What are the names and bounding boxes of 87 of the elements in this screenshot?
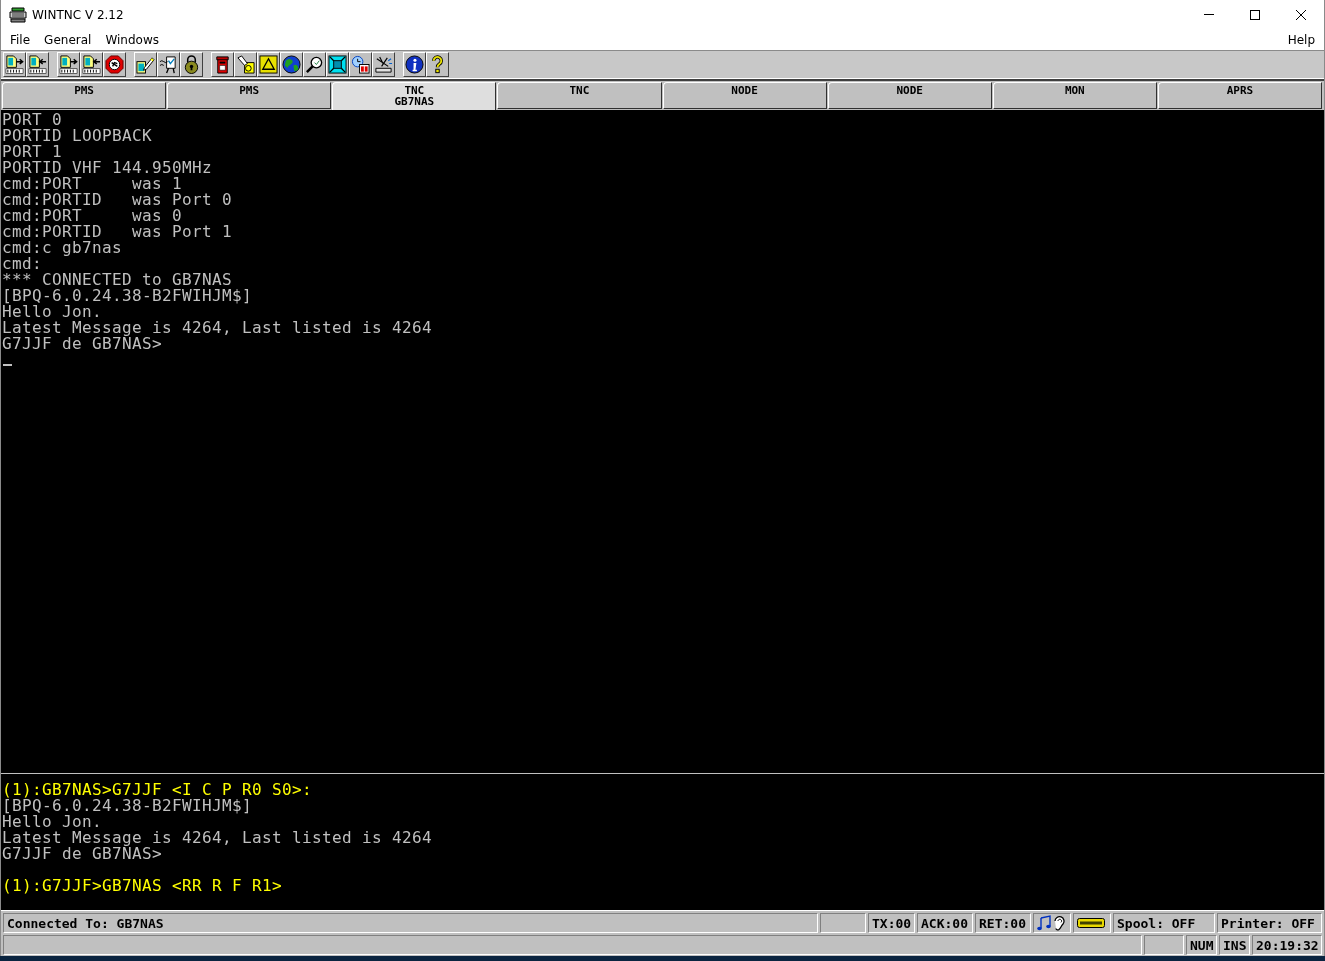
terminal-line: cmd:PORT was 0 (2, 208, 183, 224)
terminal-line: cmd:PORTID was Port 1 (2, 224, 233, 240)
toolbar-button[interactable] (372, 52, 395, 77)
tab[interactable]: NODE (662, 82, 827, 109)
key-status: NUM (1186, 935, 1217, 955)
toolbar-button[interactable] (234, 52, 257, 77)
padlock-icon (182, 55, 201, 74)
toolbar-button[interactable] (134, 52, 157, 77)
tab[interactable]: TNC GB7NAS (332, 82, 497, 111)
terminal-line: [BPQ-6.0.24.38-B2FWIHJM$] (2, 798, 253, 814)
music-note-icon (1037, 915, 1051, 931)
toolbar-button[interactable] (80, 52, 103, 77)
document-arrow-left-icon (28, 55, 47, 74)
status-panel (1144, 935, 1184, 955)
toolbar-button[interactable] (257, 52, 280, 77)
toolbar-button[interactable] (26, 52, 49, 77)
toolbar-button[interactable] (303, 52, 326, 77)
spool-status: Spool: OFF (1113, 913, 1215, 933)
tab[interactable]: PMS (167, 82, 332, 109)
terminal-line: cmd:PORT was 1 (2, 176, 183, 192)
globe-icon (282, 55, 301, 74)
terminal-line: G7JJF de GB7NAS> (2, 336, 163, 352)
ear-icon (1053, 915, 1065, 931)
toolbar-button[interactable] (57, 52, 80, 77)
terminal-line: cmd:c gb7nas (2, 240, 123, 256)
postbox-icon (213, 55, 232, 74)
menu-item[interactable]: General (37, 30, 99, 49)
terminal-line: G7JJF de GB7NAS> (2, 846, 163, 862)
info-icon (405, 55, 424, 74)
toolbar-button[interactable] (280, 52, 303, 77)
clock-calendar-icon (351, 55, 370, 74)
clock: 20:19:32 (1252, 935, 1322, 955)
counter-status: ACK:00 (917, 913, 973, 933)
window-title: WINTNC V 2.12 (32, 7, 124, 22)
toolbar-button[interactable] (403, 52, 426, 77)
tab[interactable]: APRS (1157, 82, 1322, 109)
terminal-line: [BPQ-6.0.24.38-B2FWIHJM$] (2, 288, 253, 304)
computer-icon (9, 6, 27, 23)
menu-item[interactable]: Windows (98, 30, 166, 49)
toolbar-button[interactable] (349, 52, 372, 77)
maximize-icon (1250, 9, 1260, 20)
counter-status: TX:00 (868, 913, 915, 933)
flashlight-icon (236, 55, 255, 74)
terminal-line: PORTID LOOPBACK (2, 128, 153, 144)
menu-item[interactable]: File (3, 30, 38, 49)
counter-status: RET:00 (975, 913, 1031, 933)
terminal-line: *** CONNECTED to GB7NAS (2, 272, 233, 288)
document-arrow-left-icon (82, 55, 101, 74)
terminal-line: PORT 1 (2, 144, 63, 160)
triangle-tile-icon (259, 55, 278, 74)
pencil-document-icon (136, 55, 155, 74)
walking-document-icon (159, 55, 178, 74)
tab[interactable]: MON (992, 82, 1157, 109)
toolbar-button[interactable] (157, 52, 180, 77)
terminal-line: Hello Jon. (2, 814, 103, 830)
printer-status: Printer: OFF (1217, 913, 1322, 933)
toolbar-button[interactable] (326, 52, 349, 77)
drive-slot-icon (1077, 918, 1105, 928)
close-icon (1296, 9, 1306, 20)
toolbar-button[interactable] (180, 52, 203, 77)
antenna-icon (374, 55, 393, 74)
menu-item[interactable]: Help (1280, 30, 1322, 49)
terminal-line: cmd: (2, 256, 42, 272)
magnifier-icon (305, 55, 324, 74)
terminal-line: Latest Message is 4264, Last listed is 4264 (2, 830, 433, 846)
toolbar-button[interactable] (426, 52, 449, 77)
tab[interactable]: TNC (497, 82, 662, 109)
terminal-line: Hello Jon. (2, 304, 103, 320)
terminal-line: cmd:PORTID was Port 0 (2, 192, 233, 208)
connection-status: Connected To: GB7NAS (3, 913, 818, 933)
tab[interactable]: NODE (827, 82, 992, 109)
terminal-line: PORTID VHF 144.950MHz (2, 160, 213, 176)
tab[interactable]: PMS (2, 82, 167, 109)
expand-icon (328, 55, 347, 74)
document-arrow-right-icon (5, 55, 24, 74)
toolbar-button[interactable] (211, 52, 234, 77)
terminal-line: PORT 0 (2, 112, 63, 128)
terminal-line: Latest Message is 4264, Last listed is 4264 (2, 320, 433, 336)
document-arrow-right-icon (59, 55, 78, 74)
minimize-icon (1204, 14, 1214, 15)
status-panel (820, 913, 866, 933)
prompt-line: (1):GB7NAS>G7JJF <I C P R0 S0>: (2, 782, 313, 798)
prompt-line: (1):G7JJF>GB7NAS <RR R F R1> (2, 878, 283, 894)
toolbar-button[interactable] (103, 52, 126, 77)
toolbar-button[interactable] (3, 52, 26, 77)
key-status: INS (1219, 935, 1250, 955)
stop-sign-icon (105, 55, 124, 74)
